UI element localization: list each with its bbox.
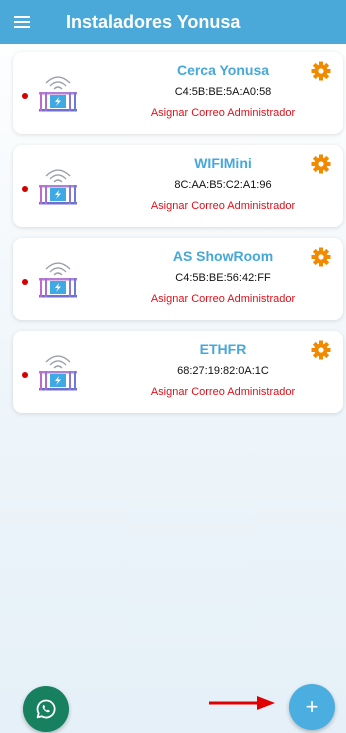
device-name: ETHFR [199,341,247,357]
status-dot [22,372,28,378]
wifi-fence-device-icon [39,262,77,298]
whatsapp-icon [36,699,56,719]
device-mac: 68:27:19:82:0A:1C [177,365,269,377]
device-name: WIFIMini [194,155,252,171]
device-mac: 8C:AA:B5:C2:A1:96 [174,179,272,191]
device-card[interactable]: Cerca Yonusa C4:5B:BE:5A:A0:58 Asignar C… [13,52,343,134]
device-name: Cerca Yonusa [176,62,270,78]
device-mac: C4:5B:BE:56:42:FF [175,272,271,284]
add-device-button[interactable]: + [289,684,335,730]
app-title: Instaladores Yonusa [66,11,241,32]
status-dot [22,279,28,285]
device-name: AS ShowRoom [172,248,274,264]
wifi-fence-device-icon [39,76,77,112]
device-card[interactable]: ETHFR 68:27:19:82:0A:1C Asignar Correo A… [13,331,343,413]
device-card[interactable]: WIFIMini 8C:AA:B5:C2:A1:96 Asignar Corre… [13,145,343,227]
wifi-fence-device-icon [39,355,77,391]
whatsapp-button[interactable] [23,686,69,732]
hamburger-menu-icon[interactable] [0,0,44,44]
app-bar: Instaladores Yonusa [0,0,346,44]
assign-admin-email-link[interactable]: Asignar Correo Administrador [103,107,343,119]
assign-admin-email-link[interactable]: Asignar Correo Administrador [103,293,343,305]
device-mac: C4:5B:BE:5A:A0:58 [174,86,272,98]
status-dot [22,186,28,192]
assign-admin-email-link[interactable]: Asignar Correo Administrador [103,386,343,398]
status-dot [22,93,28,99]
device-list: Cerca Yonusa C4:5B:BE:5A:A0:58 Asignar C… [13,52,343,424]
annotation-arrow [209,696,275,710]
assign-admin-email-link[interactable]: Asignar Correo Administrador [103,200,343,212]
wifi-fence-device-icon [39,169,77,205]
device-card[interactable]: AS ShowRoom C4:5B:BE:56:42:FF Asignar Co… [13,238,343,320]
